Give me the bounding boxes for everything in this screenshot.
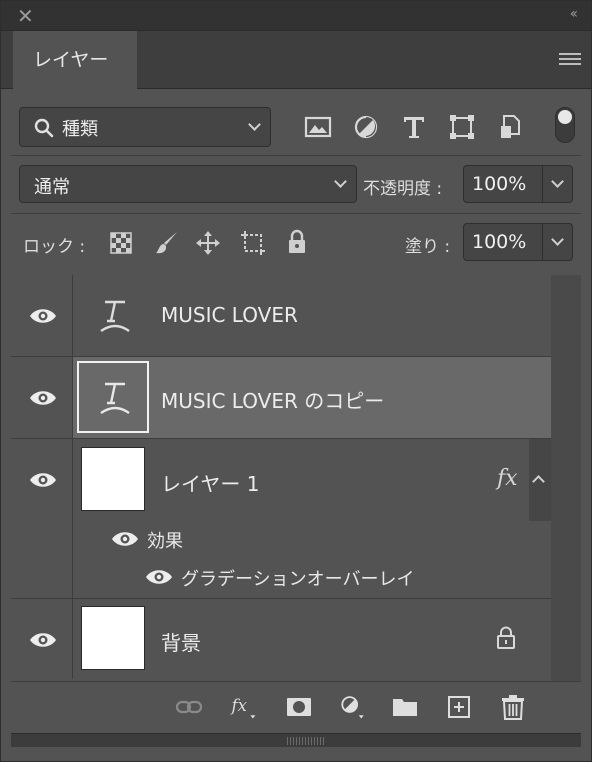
smart-object-filter-icon[interactable] [495,112,525,142]
visibility-column [11,439,73,598]
chevron-up-icon [532,475,545,488]
layer-thumbnail[interactable] [81,606,145,670]
divider [11,213,581,214]
eye-icon[interactable] [145,569,173,585]
collapse-panel-icon[interactable]: ‹‹ [570,6,578,22]
opacity-slider-button[interactable] [543,165,573,203]
chevron-down-icon [334,175,347,188]
image-filter-icon[interactable] [303,112,333,142]
tab-layers-label: レイヤー [33,49,109,71]
opacity-label: 不透明度 : [363,179,443,199]
layer-row-selected[interactable]: MUSIC LOVER のコピー [11,357,551,439]
filter-kind-dropdown[interactable]: 種類 [19,107,271,147]
visibility-column [11,275,73,356]
lock-transparent-pixels-icon[interactable] [109,231,133,255]
expand-effects-button[interactable] [529,439,551,521]
grip-lines [287,737,325,745]
shape-filter-icon[interactable] [447,112,477,142]
layer-lock-icon [497,626,515,649]
new-group-folder-icon[interactable] [391,693,419,721]
layer-row[interactable]: レイヤー 1 fx 効果 グラデーションオーバーレイ [11,439,551,599]
add-layer-mask-icon[interactable] [285,693,313,721]
fill-input[interactable]: 100% [463,223,543,261]
add-layer-style-icon[interactable]: fx [229,693,257,721]
eye-icon[interactable] [29,390,57,406]
lock-position-icon[interactable] [194,229,222,257]
layer-row[interactable]: 背景 [11,599,551,679]
filter-kind-label: 種類 [62,119,98,140]
blend-mode-label: 通常 [34,177,70,198]
type-filter-icon[interactable] [399,112,429,142]
chevron-down-icon [551,175,564,188]
layers-list: MUSIC LOVER MUSIC LOVER のコピー レイヤー 1 fx 効… [11,275,583,681]
resize-grip[interactable] [11,733,581,747]
chevron-down-icon [551,233,564,246]
eye-icon[interactable] [29,632,57,648]
visibility-column [11,357,73,438]
blend-mode-dropdown[interactable]: 通常 [19,165,357,203]
search-icon [34,118,54,138]
layer-name[interactable]: MUSIC LOVER [161,303,298,327]
tab-layers[interactable]: レイヤー [13,31,137,89]
lock-image-pixels-icon[interactable] [153,229,181,257]
layers-scrollbar[interactable] [551,275,581,681]
opacity-input[interactable]: 100% [463,165,543,203]
layer-name[interactable]: レイヤー 1 [161,468,259,497]
layers-panel: ✕ ‹‹ レイヤー 種類 通常 不透明度: 100% ロック: 塗り: 1… [0,0,592,762]
filter-toggle-switch[interactable] [555,107,575,143]
fill-slider-button[interactable] [543,223,573,261]
eye-icon[interactable] [111,531,139,547]
lock-label: ロック : [23,237,86,257]
fx-badge-icon[interactable]: fx [497,466,518,491]
divider [11,155,581,156]
eye-icon[interactable] [29,472,57,488]
layer-row[interactable]: MUSIC LOVER [11,275,551,357]
adjustment-filter-icon[interactable] [351,112,381,142]
lock-all-icon[interactable] [285,229,309,255]
link-layers-icon[interactable] [175,693,203,721]
layer-name[interactable]: 背景 [161,627,201,656]
effects-label[interactable]: 効果 [147,527,183,553]
eye-icon[interactable] [29,308,57,324]
effect-item-label[interactable]: グラデーションオーバーレイ [181,565,414,591]
chevron-down-icon [248,118,261,131]
layer-name[interactable]: MUSIC LOVER のコピー [161,385,384,414]
close-icon[interactable]: ✕ [17,5,34,27]
delete-layer-icon[interactable] [499,693,527,721]
panel-titlebar [1,1,591,31]
fill-label: 塗り : [405,237,451,257]
new-layer-icon[interactable] [445,693,473,721]
svg-text:fx: fx [229,696,247,715]
panel-menu-icon[interactable] [559,53,581,69]
text-layer-icon [100,382,130,414]
visibility-column [11,599,73,679]
layer-thumbnail[interactable] [81,447,145,511]
lock-artboard-icon[interactable] [239,229,267,257]
new-adjustment-layer-icon[interactable] [339,693,367,721]
text-layer-icon [100,300,130,332]
